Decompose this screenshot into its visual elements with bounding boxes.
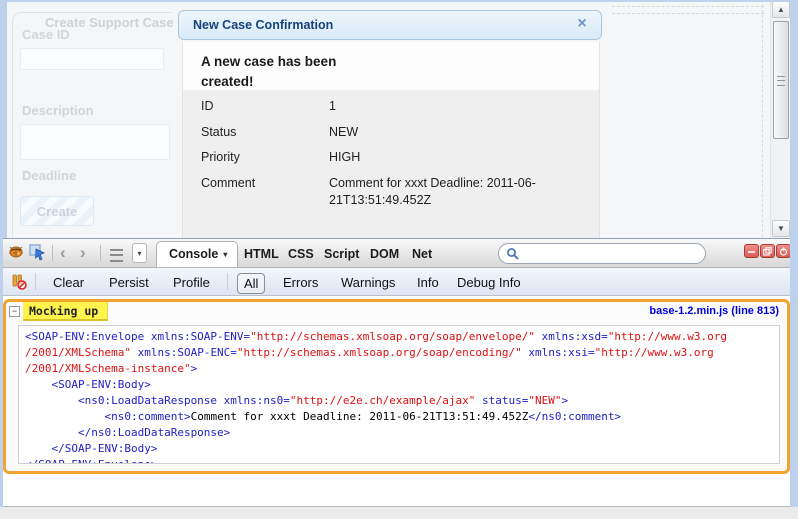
forward-icon[interactable]: › xyxy=(80,240,86,266)
row-label: Priority xyxy=(201,149,329,167)
filter-all[interactable]: All xyxy=(237,273,265,294)
filter-debug-info[interactable]: Debug Info xyxy=(451,273,527,292)
tab-dom[interactable]: DOM xyxy=(364,244,405,264)
tab-html-label: HTML xyxy=(244,247,279,261)
toolbar-separator xyxy=(35,273,36,290)
row-value: Comment for xxxt Deadline: 2011-06-21T13… xyxy=(329,175,585,210)
chevron-down-icon: ▾ xyxy=(223,250,227,259)
detach-button[interactable] xyxy=(760,244,775,258)
scroll-down-icon: ▼ xyxy=(777,224,785,233)
options-menu-button[interactable]: ▾ xyxy=(132,243,147,263)
dialog-title: New Case Confirmation xyxy=(193,18,333,32)
scroll-down-button[interactable]: ▼ xyxy=(772,220,790,237)
console-xml: <SOAP-ENV:Envelope xmlns:SOAP-ENV="http:… xyxy=(18,325,780,464)
dialog-row-status: Status NEW xyxy=(183,120,599,146)
page-area: Create Support Case Case ID Description … xyxy=(0,0,798,238)
filter-clear[interactable]: Clear xyxy=(47,273,90,292)
collapse-icon[interactable]: − xyxy=(9,306,20,317)
search-icon xyxy=(506,247,520,261)
filter-errors[interactable]: Errors xyxy=(277,273,324,292)
tab-dom-label: DOM xyxy=(370,247,399,261)
tab-css[interactable]: CSS xyxy=(282,244,320,264)
firebug-bug-icon[interactable] xyxy=(7,243,25,261)
firebug-filterbar: Clear Persist Profile All Errors Warning… xyxy=(3,268,798,296)
page-scrollbar[interactable]: ▲ ▼ xyxy=(770,0,791,238)
back-icon[interactable]: ‹ xyxy=(60,240,66,266)
window-edge xyxy=(0,0,7,238)
inspect-element-icon[interactable] xyxy=(28,243,46,261)
close-firebug-button[interactable] xyxy=(776,244,791,258)
tab-script[interactable]: Script xyxy=(318,244,365,264)
power-icon xyxy=(779,247,788,256)
scroll-up-button[interactable]: ▲ xyxy=(772,1,790,18)
description-input xyxy=(20,124,170,160)
row-label: ID xyxy=(201,98,329,116)
dialog-row-id: ID 1 xyxy=(183,94,599,120)
tab-html[interactable]: HTML xyxy=(238,244,285,264)
disable-console-icon[interactable] xyxy=(11,274,27,290)
masked-border-line xyxy=(612,6,764,7)
browser-window: Create Support Case Case ID Description … xyxy=(0,0,798,519)
row-value: HIGH xyxy=(329,149,585,167)
toolbar-separator xyxy=(100,245,101,261)
filter-info[interactable]: Info xyxy=(411,273,445,292)
description-label: Description xyxy=(22,103,94,118)
window-edge xyxy=(0,238,3,507)
window-edge xyxy=(0,0,798,2)
filter-persist[interactable]: Persist xyxy=(103,273,155,292)
toolbar-separator xyxy=(227,273,228,290)
dialog-row-comment: Comment Comment for xxxt Deadline: 2011-… xyxy=(183,171,599,214)
masked-border-line xyxy=(612,13,764,14)
scrollbar-thumb[interactable] xyxy=(773,21,789,139)
search-box xyxy=(498,243,706,264)
dialog-header: New Case Confirmation × xyxy=(178,10,602,40)
case-id-input xyxy=(20,48,164,70)
dialog-rows: ID 1 Status NEW Priority HIGH Comment Co… xyxy=(183,90,599,238)
detach-icon xyxy=(763,247,772,256)
dialog-message: A new case has been created! xyxy=(201,52,371,91)
row-value: NEW xyxy=(329,124,585,142)
tab-console-label: Console xyxy=(169,247,218,261)
tab-script-label: Script xyxy=(324,247,359,261)
tab-css-label: CSS xyxy=(288,247,314,261)
tab-console[interactable]: Console ▾ xyxy=(156,241,238,267)
minimize-button[interactable] xyxy=(744,244,759,258)
dialog-body: A new case has been created! ID 1 Status… xyxy=(182,42,600,238)
row-value: 1 xyxy=(329,98,585,116)
chevron-down-icon: ▾ xyxy=(137,249,141,258)
search-input[interactable] xyxy=(525,245,701,264)
scroll-up-icon: ▲ xyxy=(777,5,785,14)
case-id-label: Case ID xyxy=(22,27,70,42)
minimize-icon xyxy=(747,247,756,256)
statusbar xyxy=(0,507,798,519)
scrollbar-grip-icon xyxy=(777,76,785,86)
window-edge xyxy=(790,0,798,507)
dialog-close-icon[interactable]: × xyxy=(573,15,591,33)
console-panel: − Mocking up base-1.2.min.js (line 813) … xyxy=(0,296,798,507)
filter-profile[interactable]: Profile xyxy=(167,273,216,292)
tab-net[interactable]: Net xyxy=(406,244,438,264)
create-button: Create xyxy=(20,196,94,226)
console-group-label: Mocking up xyxy=(23,302,108,321)
create-button-label: Create xyxy=(37,204,77,219)
row-label: Status xyxy=(201,124,329,142)
firebug-tabbar: ‹ › ▾ Console ▾ HTML CSS Script DOM Net xyxy=(0,238,798,268)
deadline-label: Deadline xyxy=(22,168,76,183)
row-label: Comment xyxy=(201,175,329,210)
masked-border-line xyxy=(762,0,763,237)
filter-warnings[interactable]: Warnings xyxy=(335,273,401,292)
source-link[interactable]: base-1.2.min.js (line 813) xyxy=(649,305,779,317)
console-group: − Mocking up base-1.2.min.js (line 813) … xyxy=(3,299,790,474)
command-list-icon[interactable] xyxy=(110,249,123,262)
toolbar-separator xyxy=(52,245,53,261)
dialog-row-priority: Priority HIGH xyxy=(183,145,599,171)
tab-net-label: Net xyxy=(412,247,432,261)
